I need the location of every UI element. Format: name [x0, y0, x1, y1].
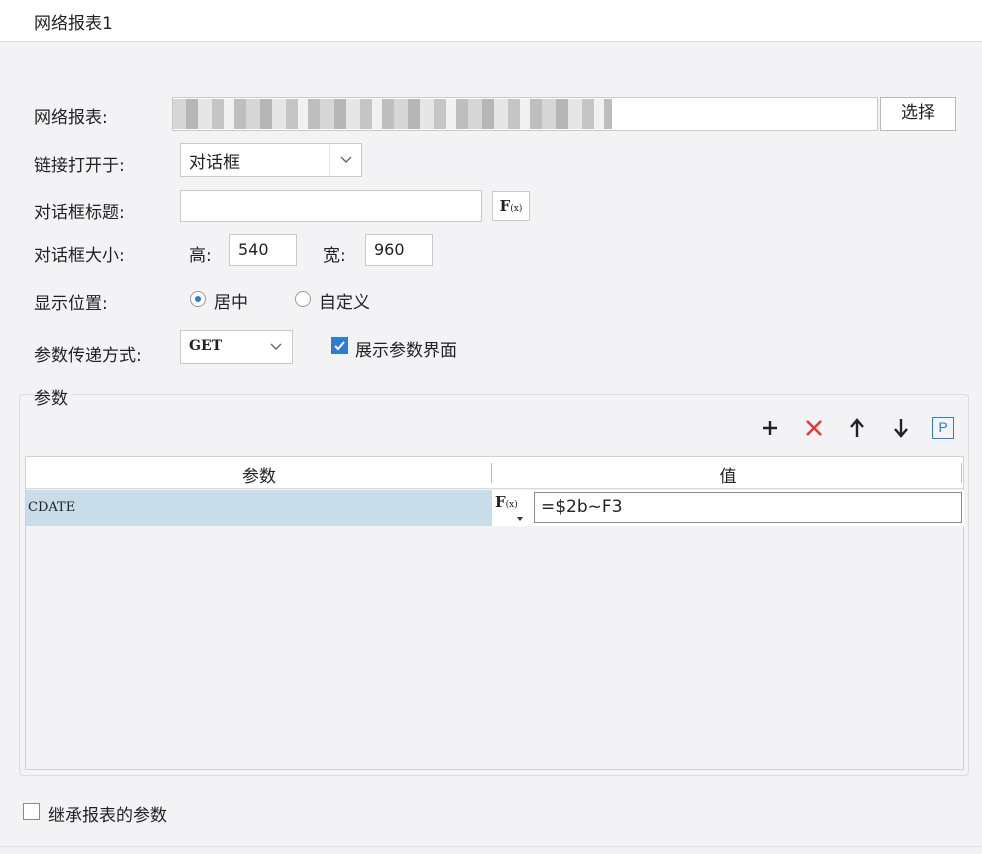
window-title: 网络报表1	[34, 14, 113, 34]
dialog-size-label: 对话框大小:	[34, 246, 125, 266]
select-button[interactable]: 选择	[880, 97, 956, 131]
show-param-panel-label: 展示参数界面	[355, 341, 457, 361]
open-in-value: 对话框	[189, 153, 240, 173]
params-group-label: 参数	[34, 384, 72, 409]
report-path-redacted	[172, 99, 612, 129]
position-custom-radio[interactable]	[295, 291, 311, 307]
width-field[interactable]: 960	[365, 234, 433, 266]
inherit-params-checkbox[interactable]	[23, 803, 40, 820]
column-header-param[interactable]: 参数	[26, 462, 492, 487]
fx-letter: F	[495, 493, 506, 511]
formula-icon: F(x)	[500, 197, 523, 215]
position-custom-label: 自定义	[319, 293, 370, 313]
param-value-input[interactable]: =$2b~F3	[534, 492, 962, 523]
params-table: 参数 值 CDATE F(x) =$2b~F3	[25, 456, 964, 770]
param-name-cell[interactable]: CDATE	[26, 490, 492, 526]
move-down-icon[interactable]	[889, 416, 913, 440]
param-method-value: GET	[189, 338, 223, 354]
fx-letter: F	[499, 197, 511, 215]
table-row[interactable]: CDATE F(x) =$2b~F3	[26, 490, 964, 526]
formula-icon: F(x)	[495, 493, 518, 511]
delete-icon[interactable]	[802, 416, 826, 440]
position-center-radio[interactable]	[190, 291, 206, 307]
open-in-select[interactable]: 对话框	[180, 143, 362, 177]
column-header-value[interactable]: 值	[492, 462, 964, 487]
chevron-down-icon	[260, 331, 292, 363]
bottom-divider	[0, 846, 982, 854]
param-method-label: 参数传递方式:	[34, 346, 142, 366]
height-label: 高:	[189, 246, 212, 266]
width-label: 宽:	[323, 246, 346, 266]
table-header: 参数 值	[26, 457, 963, 489]
param-value-cell[interactable]: F(x) =$2b~F3	[492, 490, 964, 526]
param-method-select[interactable]: GET	[180, 330, 293, 364]
param-p-icon[interactable]: P	[931, 416, 955, 440]
show-param-panel-checkbox[interactable]	[331, 337, 348, 354]
report-label: 网络报表:	[34, 108, 108, 128]
formula-dropdown-button[interactable]: F(x)	[495, 493, 531, 523]
window-title-bar: 网络报表1	[0, 0, 982, 42]
formula-button[interactable]: F(x)	[492, 191, 530, 221]
move-up-icon[interactable]	[845, 416, 869, 440]
position-center-label: 居中	[214, 293, 248, 313]
height-field[interactable]: 540	[229, 234, 297, 266]
param-p-glyph: P	[932, 417, 954, 439]
fx-sub: (x)	[510, 204, 523, 214]
column-separator	[961, 463, 962, 483]
fx-sub: (x)	[505, 500, 518, 510]
inherit-params-label: 继承报表的参数	[48, 806, 167, 826]
position-label: 显示位置:	[34, 294, 108, 314]
caret-down-icon	[517, 517, 523, 521]
chevron-down-icon	[329, 144, 361, 176]
checkmark-icon	[334, 341, 345, 351]
add-icon[interactable]	[758, 416, 782, 440]
dialog-title-label: 对话框标题:	[34, 203, 125, 223]
dialog-title-field[interactable]	[180, 190, 482, 222]
open-in-label: 链接打开于:	[34, 156, 125, 176]
